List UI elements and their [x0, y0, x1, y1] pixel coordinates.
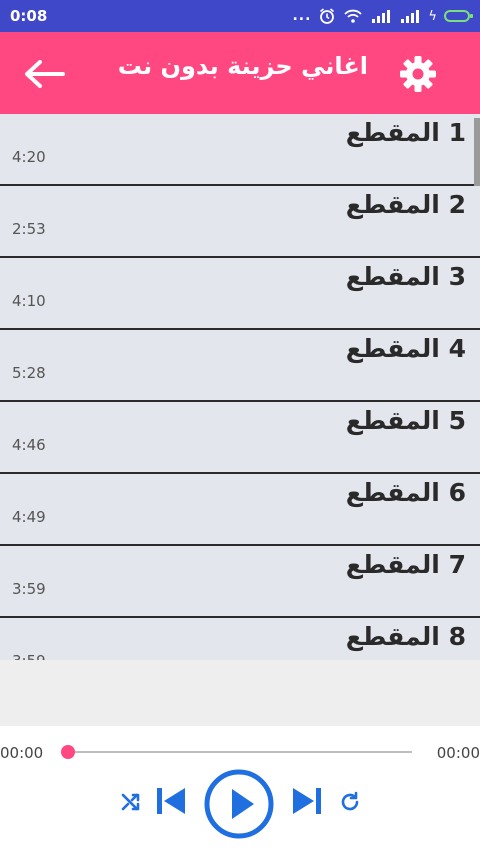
status-time: 0:08: [10, 7, 48, 25]
shuffle-icon: [121, 793, 140, 811]
repeat-icon: [341, 791, 359, 811]
status-bar: 0:08 ... ϟ: [0, 0, 480, 32]
page-title: اغاني حزينة بدون نت: [117, 52, 368, 80]
skip-next-icon: [293, 788, 321, 814]
track-duration: 4:20: [12, 148, 46, 166]
shuffle-button[interactable]: [117, 788, 145, 816]
repeat-button[interactable]: [336, 788, 364, 816]
list-item[interactable]: 2 المقطع 2:53: [0, 186, 480, 258]
wifi-icon: [344, 9, 363, 23]
track-title: 3 المقطع: [345, 262, 466, 291]
track-title: 2 المقطع: [345, 190, 466, 219]
track-duration: 4:10: [12, 292, 46, 310]
signal-icon-2: [401, 10, 420, 23]
battery-icon: [444, 10, 473, 22]
more-notifications-icon: ...: [292, 8, 312, 24]
play-button[interactable]: [203, 768, 275, 840]
player-panel: 00:00 00:00: [0, 726, 480, 853]
track-title: 5 المقطع: [345, 406, 466, 435]
playback-controls: [0, 768, 480, 840]
gear-icon: [400, 56, 436, 92]
list-item[interactable]: 8 المقطع 3:59: [0, 618, 480, 660]
track-title: 8 المقطع: [345, 622, 466, 651]
list-item[interactable]: 3 المقطع 4:10: [0, 258, 480, 330]
seek-thumb[interactable]: [61, 745, 75, 759]
list-item[interactable]: 1 المقطع 4:20: [0, 114, 480, 186]
track-title: 6 المقطع: [345, 478, 466, 507]
seek-bar[interactable]: [62, 751, 412, 753]
arrow-left-icon: [25, 60, 65, 88]
list-item[interactable]: 7 المقطع 3:59: [0, 546, 480, 618]
list-item[interactable]: 4 المقطع 5:28: [0, 330, 480, 402]
list-item[interactable]: 5 المقطع 4:46: [0, 402, 480, 474]
app-bar: اغاني حزينة بدون نت: [0, 32, 480, 114]
skip-previous-icon: [157, 788, 185, 814]
track-duration: 5:28: [12, 364, 46, 382]
track-duration: 3:59: [12, 580, 46, 598]
track-duration: 4:49: [12, 508, 46, 526]
signal-icon: [372, 10, 391, 23]
track-duration: 4:46: [12, 436, 46, 454]
current-time: 00:00: [0, 744, 44, 762]
next-button[interactable]: [288, 782, 326, 820]
track-title: 4 المقطع: [345, 334, 466, 363]
scrollbar[interactable]: [474, 118, 480, 186]
track-duration: 2:53: [12, 220, 46, 238]
total-time: 00:00: [436, 744, 480, 762]
track-title: 1 المقطع: [345, 118, 466, 147]
play-icon: [204, 769, 274, 839]
track-duration: 3:59: [12, 652, 46, 660]
status-icons: ... ϟ: [292, 7, 473, 25]
alarm-icon: [320, 8, 335, 24]
previous-button[interactable]: [152, 782, 190, 820]
settings-button[interactable]: [396, 52, 440, 96]
empty-area: [0, 660, 480, 726]
back-button[interactable]: [22, 54, 66, 94]
list-item[interactable]: 6 المقطع 4:49: [0, 474, 480, 546]
charging-icon: ϟ: [428, 8, 437, 24]
track-title: 7 المقطع: [345, 550, 466, 579]
track-list[interactable]: 1 المقطع 4:20 2 المقطع 2:53 3 المقطع 4:1…: [0, 114, 480, 660]
